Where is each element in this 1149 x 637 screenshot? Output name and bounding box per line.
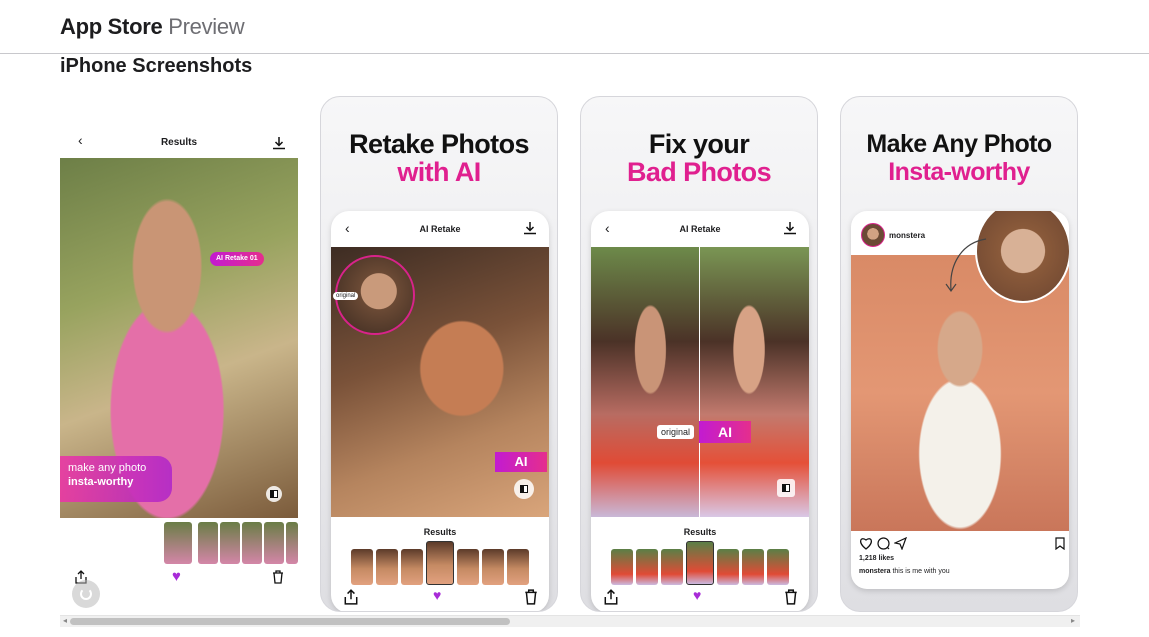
headline-line-1: Make Any Photo — [866, 130, 1052, 158]
thumbnail-strip-area: ♥ — [60, 518, 298, 612]
thumbnail[interactable] — [351, 549, 373, 585]
thumbnail[interactable] — [376, 549, 398, 585]
thumbnail[interactable] — [767, 549, 789, 585]
trash-icon[interactable] — [783, 589, 799, 605]
back-arrow-icon[interactable]: ‹ — [345, 220, 350, 236]
share-icon[interactable] — [343, 589, 359, 605]
compare-icon[interactable] — [777, 479, 795, 497]
trash-icon[interactable] — [272, 570, 284, 584]
ai-label: AI — [495, 452, 547, 472]
headline-line-2: with AI — [397, 157, 481, 187]
send-icon[interactable] — [894, 537, 907, 550]
heart-icon[interactable]: ♥ — [172, 568, 181, 585]
headline-line-1: Fix your — [648, 129, 750, 159]
thumbnail[interactable] — [401, 549, 423, 585]
trash-icon[interactable] — [523, 589, 539, 605]
caption-text: this is me with you — [892, 568, 950, 575]
download-icon[interactable] — [272, 136, 286, 150]
brand-main: App Store — [60, 14, 163, 39]
thumbnail-selected[interactable] — [686, 541, 714, 585]
screenshot-3[interactable]: Fix your Bad Photos ‹ AI Retake original… — [580, 96, 818, 612]
download-icon[interactable] — [783, 220, 797, 236]
thumbnail-strip[interactable] — [164, 522, 298, 564]
ai-photo — [700, 247, 809, 517]
headline-line-1: Retake Photos — [349, 129, 529, 159]
likes-count: 1,218 likes — [859, 555, 895, 562]
headline: Make Any Photo Insta-worthy — [841, 130, 1077, 186]
promo-line-1: make any photo — [68, 462, 147, 474]
download-icon[interactable] — [523, 220, 537, 236]
ai-label: AI — [699, 421, 751, 443]
thumbnail[interactable] — [220, 522, 240, 564]
thumbnail[interactable] — [242, 522, 262, 564]
thumbnail[interactable] — [164, 522, 192, 564]
section-title: iPhone Screenshots — [60, 55, 253, 77]
thumbnail[interactable] — [611, 549, 633, 585]
heart-icon[interactable]: ♥ — [693, 587, 709, 603]
main-photo: AI Retake 01 make any photo insta-worthy — [60, 158, 298, 518]
post-caption: monstera this is me with you — [859, 568, 950, 575]
results-thumbnails[interactable] — [591, 541, 809, 585]
scroll-right-arrow-icon[interactable]: ▸ — [1071, 616, 1075, 625]
post-username[interactable]: monstera — [889, 231, 925, 240]
promo-banner: make any photo insta-worthy — [60, 456, 172, 502]
original-label: original — [657, 425, 695, 439]
share-icon[interactable] — [603, 589, 619, 605]
scroll-left-arrow-icon[interactable]: ◂ — [63, 616, 67, 625]
bottom-toolbar: ♥ — [591, 587, 809, 611]
bookmark-icon[interactable] — [1055, 537, 1065, 550]
thumbnail[interactable] — [636, 549, 658, 585]
thumbnail-selected[interactable] — [426, 541, 454, 585]
phone-header: ‹ AI Retake — [591, 211, 809, 247]
phone-title: AI Retake — [419, 224, 461, 234]
thumbnail[interactable] — [507, 549, 529, 585]
avatar[interactable] — [861, 223, 885, 247]
back-arrow-icon[interactable]: ‹ — [605, 220, 610, 236]
compare-icon[interactable] — [514, 479, 534, 499]
brand-sub: Preview — [168, 14, 245, 39]
thumbnail[interactable] — [482, 549, 504, 585]
caption-username[interactable]: monstera — [859, 568, 891, 575]
results-label: Results — [423, 527, 457, 537]
results-title: Results — [160, 137, 198, 148]
thumbnail[interactable] — [717, 549, 739, 585]
results-header: ‹ Results — [60, 96, 298, 158]
arrow-icon — [945, 238, 987, 293]
heart-icon[interactable]: ♥ — [433, 587, 449, 603]
headline-line-2: Insta-worthy — [888, 158, 1030, 186]
screenshot-2[interactable]: Retake Photos with AI ‹ AI Retake origin… — [320, 96, 558, 612]
app-store-header: App Store Preview — [0, 0, 1149, 54]
thumbnail[interactable] — [742, 549, 764, 585]
headline: Fix your Bad Photos — [581, 130, 817, 186]
thumbnail[interactable] — [286, 522, 298, 564]
heart-outline-icon[interactable] — [859, 537, 873, 550]
promo-line-2: insta-worthy — [68, 476, 134, 488]
original-photo — [591, 247, 699, 517]
thumbnail[interactable] — [264, 522, 284, 564]
scrollbar-thumb[interactable] — [70, 618, 510, 625]
ai-retake-badge: AI Retake 01 — [210, 252, 264, 266]
original-label: original — [333, 292, 359, 300]
compare-icon[interactable] — [266, 486, 282, 502]
loading-spinner-icon — [72, 580, 100, 608]
phone-header: ‹ AI Retake — [331, 211, 549, 247]
screenshot-1[interactable]: ‹ Results AI Retake 01 make any photo in… — [60, 96, 298, 612]
thumbnail[interactable] — [661, 549, 683, 585]
thumbnail[interactable] — [457, 549, 479, 585]
results-thumbnails[interactable] — [331, 541, 549, 585]
thumbnail[interactable] — [198, 522, 218, 564]
headline-line-2: Bad Photos — [626, 157, 772, 187]
app-store-brand[interactable]: App Store Preview — [60, 14, 245, 40]
bottom-toolbar: ♥ — [331, 587, 549, 611]
comment-icon[interactable] — [877, 537, 890, 550]
phone-mockup: ‹ AI Retake original AI Results ♥ — [591, 211, 809, 611]
headline: Retake Photos with AI — [321, 130, 557, 186]
instagram-post-mockup: monstera 1,218 likes monstera this is me… — [851, 211, 1069, 589]
screenshot-4[interactable]: Make Any Photo Insta-worthy monstera 1,2… — [840, 96, 1078, 612]
main-photo: original AI — [331, 247, 549, 517]
phone-title: AI Retake — [679, 224, 721, 234]
results-label: Results — [683, 527, 717, 537]
phone-mockup: ‹ AI Retake original AI Results ♥ — [331, 211, 549, 611]
